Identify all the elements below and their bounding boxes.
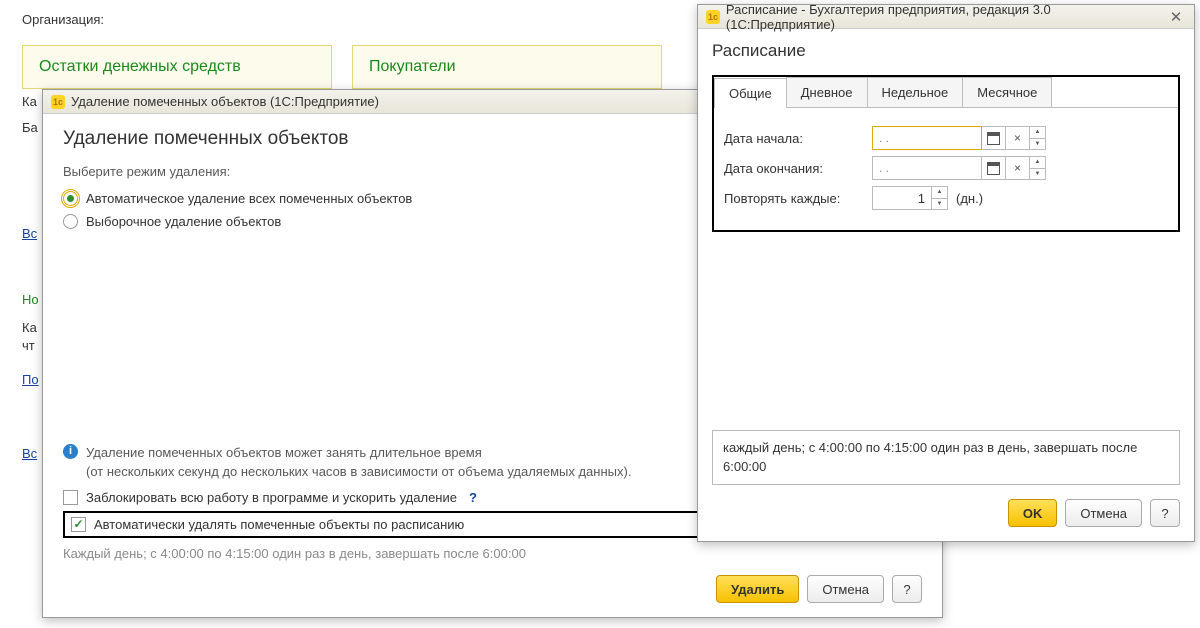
- bg-frag: Ка: [22, 320, 36, 335]
- checkbox-block-label: Заблокировать всю работу в программе и у…: [86, 490, 457, 505]
- info-text-l1: Удаление помеченных объектов может занят…: [86, 443, 631, 463]
- bg-link[interactable]: По: [22, 372, 36, 387]
- ok-button[interactable]: OK: [1008, 499, 1058, 527]
- card-cash-title[interactable]: Остатки денежных средств: [39, 58, 241, 75]
- org-label: Организация:: [22, 12, 104, 27]
- delete-button[interactable]: Удалить: [716, 575, 799, 603]
- schedule-tabs-highlight: Общие Дневное Недельное Месячное Дата на…: [712, 75, 1180, 232]
- end-date-label: Дата окончания:: [724, 161, 864, 176]
- schedule-description: Каждый день; с 4:00:00 по 4:15:00 один р…: [63, 544, 583, 564]
- card-buyers-title[interactable]: Покупатели: [369, 58, 456, 75]
- dlg2-heading: Расписание: [712, 41, 1180, 61]
- dlg2-title: Расписание - Бухгалтерия предприятия, ре…: [726, 2, 1160, 32]
- radio-selective-label: Выборочное удаление объектов: [86, 214, 281, 229]
- clear-icon[interactable]: ×: [1006, 156, 1030, 180]
- radio-selective[interactable]: [63, 214, 78, 229]
- dlg2-titlebar[interactable]: 1c Расписание - Бухгалтерия предприятия,…: [698, 5, 1194, 29]
- schedule-dialog: 1c Расписание - Бухгалтерия предприятия,…: [697, 4, 1195, 542]
- close-icon[interactable]: ✕: [1166, 9, 1186, 25]
- end-date-input[interactable]: . .: [872, 156, 982, 180]
- bg-link[interactable]: Вс: [22, 226, 36, 241]
- tab-monthly[interactable]: Месячное: [962, 77, 1052, 107]
- end-date-spinner[interactable]: ▲▼: [1030, 156, 1046, 180]
- dlg1-title: Удаление помеченных объектов (1С:Предпри…: [71, 94, 379, 109]
- bg-frag: Ка: [22, 94, 36, 109]
- repeat-label: Повторять каждые:: [724, 191, 864, 206]
- tab-general[interactable]: Общие: [714, 78, 787, 108]
- calendar-icon[interactable]: [982, 156, 1006, 180]
- block-help-link[interactable]: ?: [469, 490, 477, 505]
- cancel-button[interactable]: Отмена: [1065, 499, 1142, 527]
- cancel-button[interactable]: Отмена: [807, 575, 884, 603]
- radio-auto-label: Автоматическое удаление всех помеченных …: [86, 191, 412, 206]
- repeat-unit: (дн.): [956, 191, 983, 206]
- start-date-spinner[interactable]: ▲▼: [1030, 126, 1046, 150]
- info-icon: i: [63, 444, 78, 459]
- checkbox-block[interactable]: [63, 490, 78, 505]
- help-button[interactable]: ?: [1150, 499, 1180, 527]
- bg-link[interactable]: Вс: [22, 446, 36, 461]
- checkbox-auto-delete-label: Автоматически удалять помеченные объекты…: [94, 517, 464, 532]
- checkbox-auto-delete[interactable]: [71, 517, 86, 532]
- clear-icon[interactable]: ×: [1006, 126, 1030, 150]
- bg-cards: Остатки денежных средств Покупатели: [22, 45, 662, 89]
- calendar-icon[interactable]: [982, 126, 1006, 150]
- app-1c-icon: 1c: [51, 95, 65, 109]
- repeat-days-input[interactable]: 1: [872, 186, 932, 210]
- tab-weekly[interactable]: Недельное: [867, 77, 964, 107]
- tab-daily[interactable]: Дневное: [786, 77, 868, 107]
- bg-frag: чт: [22, 338, 36, 353]
- bg-frag: Но: [22, 292, 36, 307]
- app-1c-icon: 1c: [706, 10, 720, 24]
- info-text-l2: (от нескольких секунд до нескольких часо…: [86, 462, 631, 482]
- bg-frag: Ба: [22, 120, 36, 135]
- repeat-spinner[interactable]: ▲▼: [932, 186, 948, 210]
- start-date-input[interactable]: . .: [872, 126, 982, 150]
- help-button[interactable]: ?: [892, 575, 922, 603]
- start-date-label: Дата начала:: [724, 131, 864, 146]
- schedule-summary: каждый день; с 4:00:00 по 4:15:00 один р…: [712, 430, 1180, 485]
- radio-auto[interactable]: [63, 191, 78, 206]
